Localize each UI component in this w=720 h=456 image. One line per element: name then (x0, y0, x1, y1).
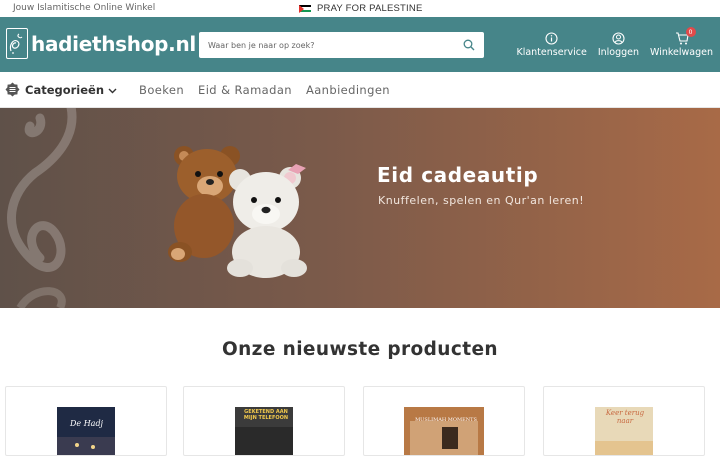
product-cover-title: MUSLIMAH MOMENTS (415, 417, 477, 423)
user-icon (612, 31, 625, 45)
chevron-down-icon (108, 83, 117, 97)
section-title: Onze nieuwste producten (221, 339, 499, 360)
logo-mark-icon (6, 28, 28, 59)
product-card[interactable]: Keer terug naar (543, 386, 705, 456)
search-bar (199, 32, 484, 58)
product-cover-title: De Hadj (70, 419, 104, 428)
product-cover-title: GEKETEND AAN MIJN TELEFOON (243, 409, 289, 421)
search-icon[interactable] (454, 32, 484, 58)
customer-service-label: Klantenservice (516, 47, 587, 58)
product-cover-image (404, 407, 484, 455)
login-label: Inloggen (597, 47, 640, 58)
palestine-flag-icon (299, 4, 311, 13)
banner-title: Eid cadeautip (377, 163, 539, 187)
banner-subtitle: Knuffelen, spelen en Qur'an leren! (378, 194, 585, 207)
info-icon (545, 31, 558, 45)
top-strip: Jouw Islamitische Online Winkel PRAY FOR… (0, 0, 720, 17)
logo[interactable]: hadiethshop.nl (6, 28, 196, 59)
product-card[interactable]: De Hadj (5, 386, 167, 456)
product-cover-title: Keer terug naar (605, 409, 645, 425)
categories-dropdown[interactable]: Categorieën (5, 82, 117, 97)
hero-banner[interactable]: Eid cadeautip Knuffelen, spelen en Qur'a… (0, 108, 720, 308)
menu-link-aanbiedingen[interactable]: Aanbiedingen (306, 83, 390, 97)
product-card[interactable]: GEKETEND AAN MIJN TELEFOON (183, 386, 345, 456)
cart-icon: 0 (675, 27, 696, 45)
main-menu: Categorieën Boeken Eid & Ramadan Aanbied… (0, 72, 720, 108)
announcement[interactable]: PRAY FOR PALESTINE (299, 3, 423, 14)
product-card[interactable]: MUSLIMAH MOMENTS (363, 386, 525, 456)
product-cover-image (57, 407, 115, 455)
tagline: Jouw Islamitische Online Winkel (13, 3, 156, 13)
categories-icon (5, 82, 20, 97)
header-nav: Klantenservice Inloggen 0 Winkelwagen (505, 27, 713, 58)
login-link[interactable]: Inloggen (598, 31, 639, 58)
categories-label: Categorieën (25, 82, 105, 97)
product-list: De Hadj GEKETEND AAN MIJN TELEFOON MUSLI… (0, 386, 720, 456)
teddy-bears-image (168, 146, 307, 278)
cart-link[interactable]: 0 Winkelwagen (650, 27, 713, 58)
logo-text: hadiethshop.nl (31, 31, 196, 56)
search-input[interactable] (199, 32, 454, 58)
customer-service-link[interactable]: Klantenservice (516, 31, 587, 58)
announcement-text: PRAY FOR PALESTINE (317, 3, 423, 14)
cart-label: Winkelwagen (650, 47, 713, 58)
cart-count-badge: 0 (685, 27, 696, 37)
menu-link-eid-ramadan[interactable]: Eid & Ramadan (198, 83, 292, 97)
calligraphy-decoration (7, 108, 77, 308)
site-header: hadiethshop.nl Klantenservice Inloggen 0… (0, 17, 720, 72)
menu-link-boeken[interactable]: Boeken (139, 83, 184, 97)
